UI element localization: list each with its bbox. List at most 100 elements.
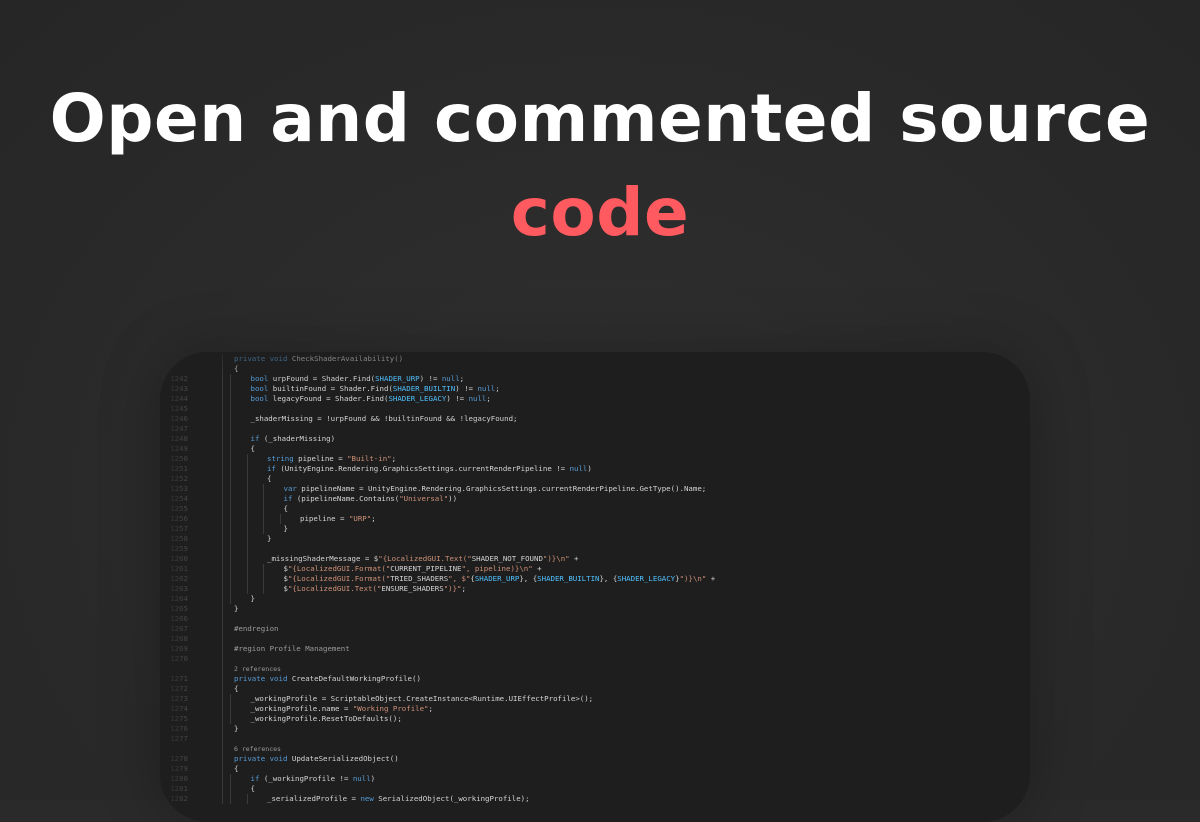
indent-guide [222, 794, 223, 804]
code-text: _workingProfile.name = "Working Profile"… [250, 704, 433, 713]
references-label[interactable]: 6 references [234, 744, 281, 754]
code-line: 1257} [160, 524, 1030, 534]
code-line: private void CheckShaderAvailability() [160, 354, 1030, 364]
line-number: 1252 [170, 474, 188, 483]
code-line: 1276} [160, 724, 1030, 734]
references-label[interactable]: 2 references [234, 664, 281, 674]
indent-guide [222, 724, 223, 734]
indent-guide [263, 494, 264, 504]
code-text: pipeline = "URP"; [300, 514, 376, 523]
line-number: 1269 [170, 644, 188, 653]
line-number: 1257 [170, 524, 188, 533]
indent-guide [230, 544, 231, 554]
indent-guide [263, 524, 264, 534]
indent-guide [222, 634, 223, 644]
indent-guide [279, 514, 281, 524]
code-line: 1281 { [160, 784, 1030, 794]
indent-guide [222, 484, 223, 494]
line-number: 1276 [170, 724, 188, 733]
line-number: 1254 [170, 494, 188, 503]
indent-guide [222, 594, 223, 604]
indent-guide [230, 584, 231, 594]
indent-guide [230, 394, 231, 404]
code-line: 1260 _missingShaderMessage = $"{Localized… [160, 554, 1030, 564]
indent-guide [222, 464, 223, 474]
indent-guide [222, 654, 223, 664]
indent-guide [246, 514, 248, 524]
line-number: 1259 [170, 544, 188, 553]
line-number: 1271 [170, 674, 188, 683]
indent-guide [230, 384, 231, 394]
line-number: 1248 [170, 434, 188, 443]
code-text: bool urpFound = Shader.Find(SHADER_URP) … [250, 374, 465, 383]
indent-guide [246, 544, 248, 554]
code-text: } [250, 594, 255, 603]
line-number: 1251 [170, 464, 188, 473]
code-line: 1258} [160, 534, 1030, 544]
code-text: if (_shaderMissing) [250, 434, 336, 443]
indent-guide [222, 474, 223, 484]
indent-guide [222, 524, 223, 534]
code-line: 1249 { [160, 444, 1030, 454]
indent-guide [246, 564, 248, 574]
code-line: 1255 { [160, 504, 1030, 514]
line-number: 1266 [170, 614, 188, 623]
code-line: 1270 [160, 654, 1030, 664]
code-line: 1280 if (_workingProfile != null) [160, 774, 1030, 784]
indent-guide [222, 404, 223, 414]
line-number: 1246 [170, 414, 188, 423]
code-text: { [283, 504, 288, 513]
code-text: #region Profile Management [234, 644, 350, 653]
indent-guide [230, 474, 231, 484]
indent-guide [230, 524, 231, 534]
hero-title-line1: Open and commented source [49, 80, 1151, 157]
code-text: private void CheckShaderAvailability() [234, 354, 404, 363]
code-text: _shaderMissing = !urpFound && !builtinFo… [250, 414, 518, 423]
line-number: 1242 [170, 374, 188, 383]
indent-guide [230, 704, 231, 714]
indent-guide [222, 544, 223, 554]
indent-guide [222, 514, 223, 524]
line-number: 1273 [170, 694, 188, 703]
line-number: 1243 [170, 384, 188, 393]
line-number: 1253 [170, 484, 188, 493]
code-line: 1252 { [160, 474, 1030, 484]
indent-guide [230, 404, 231, 414]
indent-guide [222, 694, 223, 704]
line-number: 1282 [170, 794, 188, 803]
code-text: { [267, 474, 272, 483]
indent-guide [230, 444, 231, 454]
code-line: 1245 [160, 404, 1030, 414]
code-text: { [250, 444, 255, 453]
indent-guide [263, 514, 264, 524]
line-number: 1244 [170, 394, 188, 403]
indent-guide [222, 614, 223, 624]
code-line: 1279 { [160, 764, 1030, 774]
indent-guide [222, 534, 223, 544]
code-text: if (UnityEngine.Rendering.GraphicsSettin… [267, 464, 592, 473]
line-number: 1258 [170, 534, 188, 543]
indent-guide [222, 414, 223, 424]
line-number: 1264 [170, 594, 188, 603]
indent-guide [230, 464, 231, 474]
indent-guide [222, 704, 223, 714]
code-line: 1243 bool builtinFound = Shader.Find(SHAD… [160, 384, 1030, 394]
code-text: $"{LocalizedGUI.Text("ENSURE_SHADERS")}"… [283, 584, 466, 593]
indent-guide [222, 424, 223, 434]
line-number: 1245 [170, 404, 188, 413]
indent-guide [230, 564, 231, 574]
indent-guide [222, 494, 223, 504]
indent-guide [222, 774, 223, 784]
code-line: 1254 if (pipelineName.Contains("Universal… [160, 494, 1030, 504]
code-text: } [283, 524, 288, 533]
indent-guide [263, 574, 264, 584]
indent-guide [230, 534, 231, 544]
indent-guide [230, 554, 231, 564]
line-number: 1250 [170, 454, 188, 463]
code-line: 1256 pipeline = "URP"; [160, 514, 1030, 524]
indent-guide [230, 484, 231, 494]
code-text: $"{LocalizedGUI.Format("TRIED_SHADERS", … [283, 574, 716, 583]
code-line: 1261 $"{LocalizedGUI.Format("CURRENT_PIPE… [160, 564, 1030, 574]
indent-guide [263, 484, 264, 494]
indent-guide [246, 464, 248, 474]
